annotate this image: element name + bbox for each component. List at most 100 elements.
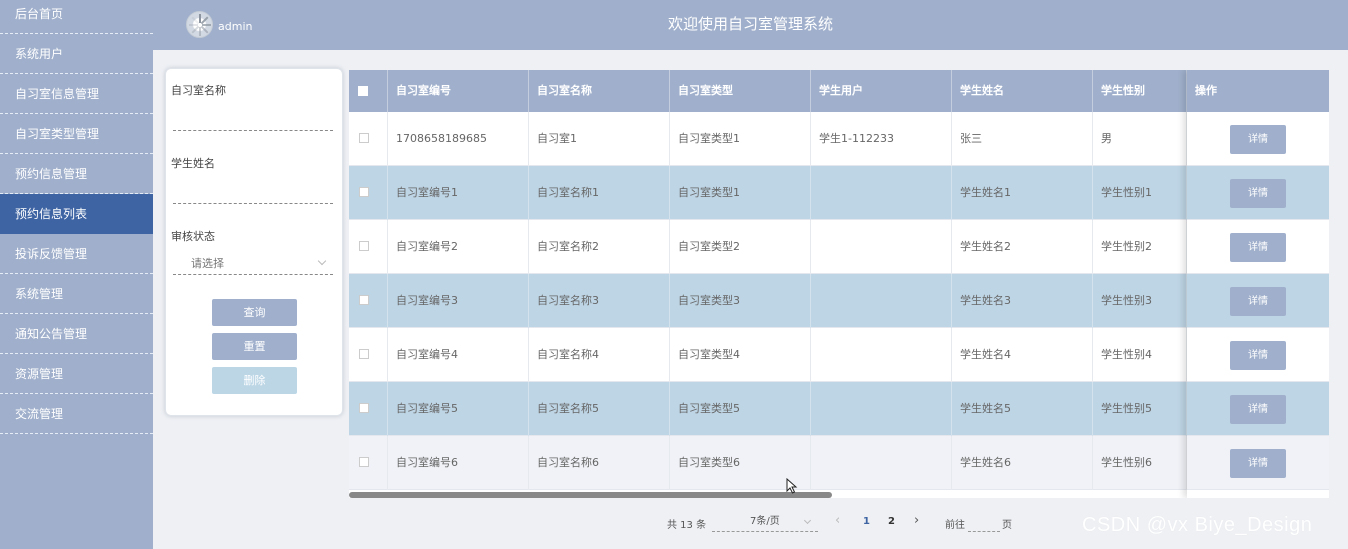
goto-prefix: 前往	[945, 520, 965, 531]
cell-room-no: 自习室编号4	[388, 328, 529, 382]
cell-student-user	[811, 166, 952, 220]
mouse-cursor-icon	[786, 478, 798, 494]
chevron-down-icon	[803, 516, 812, 525]
row-checkbox[interactable]	[359, 457, 369, 467]
cell-student-gender: 学生性别3	[1093, 274, 1187, 328]
status-select[interactable]	[173, 253, 333, 275]
cell-student-gender: 学生性别6	[1093, 436, 1187, 490]
table-row: 自习室编号2 自习室名称2 自习室类型2 学生姓名2 学生性别2 详情	[349, 220, 1329, 274]
student-name-input[interactable]	[173, 182, 333, 203]
cell-room-name: 自习室名称6	[529, 436, 670, 490]
goto-suffix: 页	[1002, 520, 1012, 531]
cell-room-type: 自习室类型2	[670, 220, 811, 274]
query-button[interactable]: 查询	[212, 299, 297, 326]
sidebar-item-complaints[interactable]: 投诉反馈管理	[0, 234, 153, 274]
sidebar-item-room-info[interactable]: 自习室信息管理	[0, 74, 153, 114]
detail-button[interactable]: 详情	[1230, 341, 1286, 370]
cell-actions: 详情	[1187, 166, 1329, 220]
row-select-cell	[349, 382, 388, 436]
column-header[interactable]: 自习室名称	[529, 70, 670, 112]
cell-room-type: 自习室类型1	[670, 112, 811, 166]
sidebar-item-notices[interactable]: 通知公告管理	[0, 314, 153, 354]
detail-button[interactable]: 详情	[1230, 125, 1286, 154]
sidebar: 后台首页 系统用户 自习室信息管理 自习室类型管理 预约信息管理 预约信息列表 …	[0, 0, 153, 549]
sidebar-item-system[interactable]: 系统管理	[0, 274, 153, 314]
cell-student-name: 学生姓名5	[952, 382, 1093, 436]
sidebar-item-home[interactable]: 后台首页	[0, 0, 153, 34]
row-select-cell	[349, 328, 388, 382]
sidebar-item-booking-list[interactable]: 预约信息列表	[0, 194, 153, 234]
cell-room-no: 自习室编号1	[388, 166, 529, 220]
cell-student-name: 学生姓名1	[952, 166, 1093, 220]
cell-student-gender: 学生性别5	[1093, 382, 1187, 436]
detail-button[interactable]: 详情	[1230, 449, 1286, 478]
row-checkbox[interactable]	[359, 241, 369, 251]
cell-student-name: 学生姓名6	[952, 436, 1093, 490]
room-name-field[interactable]	[173, 109, 333, 131]
cell-student-user	[811, 382, 952, 436]
delete-button[interactable]: 删除	[212, 367, 297, 394]
cell-room-type: 自习室类型5	[670, 382, 811, 436]
column-header[interactable]: 学生用户	[811, 70, 952, 112]
row-select-cell	[349, 274, 388, 328]
detail-button[interactable]: 详情	[1230, 233, 1286, 262]
column-header[interactable]: 自习室编号	[388, 70, 529, 112]
goto-page-input[interactable]	[968, 512, 1000, 532]
row-checkbox[interactable]	[359, 133, 369, 143]
student-name-field[interactable]	[173, 182, 333, 204]
cell-actions: 详情	[1187, 274, 1329, 328]
prev-page-icon[interactable]: ‹	[835, 513, 840, 528]
student-name-label: 学生姓名	[171, 157, 215, 170]
header-select-all-cell	[349, 70, 388, 112]
row-checkbox[interactable]	[359, 187, 369, 197]
row-checkbox[interactable]	[359, 403, 369, 413]
row-checkbox[interactable]	[359, 349, 369, 359]
page-1[interactable]: 1	[863, 516, 870, 527]
sidebar-item-system-users[interactable]: 系统用户	[0, 34, 153, 74]
page-size-select[interactable]: 7条/页	[712, 512, 818, 532]
column-header[interactable]: 学生性别	[1093, 70, 1187, 112]
cell-student-user: 学生1-112233	[811, 112, 952, 166]
next-page-icon[interactable]: ›	[914, 513, 919, 528]
search-panel: 自习室名称 学生姓名 审核状态 查询 重置 删除	[165, 68, 343, 416]
select-all-checkbox[interactable]	[358, 86, 368, 96]
detail-button[interactable]: 详情	[1230, 179, 1286, 208]
reset-button[interactable]: 重置	[212, 333, 297, 360]
detail-button[interactable]: 详情	[1230, 395, 1286, 424]
status-select-input[interactable]	[173, 253, 333, 274]
cell-student-user	[811, 274, 952, 328]
room-name-input[interactable]	[173, 109, 333, 130]
row-checkbox[interactable]	[359, 295, 369, 305]
row-select-cell	[349, 166, 388, 220]
horizontal-scrollbar[interactable]	[349, 492, 832, 498]
row-select-cell	[349, 436, 388, 490]
column-header: 操作	[1195, 84, 1217, 97]
cell-student-gender: 学生性别4	[1093, 328, 1187, 382]
detail-button[interactable]: 详情	[1230, 287, 1286, 316]
row-select-cell	[349, 112, 388, 166]
watermark: CSDN @vx Biye_Design	[1082, 514, 1313, 536]
sidebar-item-room-type[interactable]: 自习室类型管理	[0, 114, 153, 154]
row-select-cell	[349, 220, 388, 274]
sidebar-item-exchange[interactable]: 交流管理	[0, 394, 153, 434]
cell-actions: 详情	[1187, 328, 1329, 382]
table-row: 自习室编号6 自习室名称6 自习室类型6 学生姓名6 学生性别6 详情	[349, 436, 1329, 490]
table-row: 自习室编号3 自习室名称3 自习室类型3 学生姓名3 学生性别3 详情	[349, 274, 1329, 328]
sidebar-item-booking-manage[interactable]: 预约信息管理	[0, 154, 153, 194]
cell-actions: 详情	[1187, 112, 1329, 166]
cell-student-user	[811, 220, 952, 274]
cell-room-no: 自习室编号3	[388, 274, 529, 328]
cell-student-gender: 男	[1093, 112, 1187, 166]
cell-room-no: 自习室编号6	[388, 436, 529, 490]
column-header[interactable]: 自习室类型	[670, 70, 811, 112]
cell-actions: 详情	[1187, 382, 1329, 436]
cell-student-name: 学生姓名2	[952, 220, 1093, 274]
cell-room-no: 自习室编号2	[388, 220, 529, 274]
column-header[interactable]: 学生姓名	[952, 70, 1093, 112]
table-row: 1708658189685 自习室1 自习室类型1 学生1-112233 张三 …	[349, 112, 1329, 166]
page-title: 欢迎使用自习室管理系统	[667, 15, 833, 33]
cell-student-gender: 学生性别2	[1093, 220, 1187, 274]
page-2[interactable]: 2	[888, 516, 895, 527]
sidebar-item-resources[interactable]: 资源管理	[0, 354, 153, 394]
pagination-total: 共 13 条	[667, 520, 707, 531]
